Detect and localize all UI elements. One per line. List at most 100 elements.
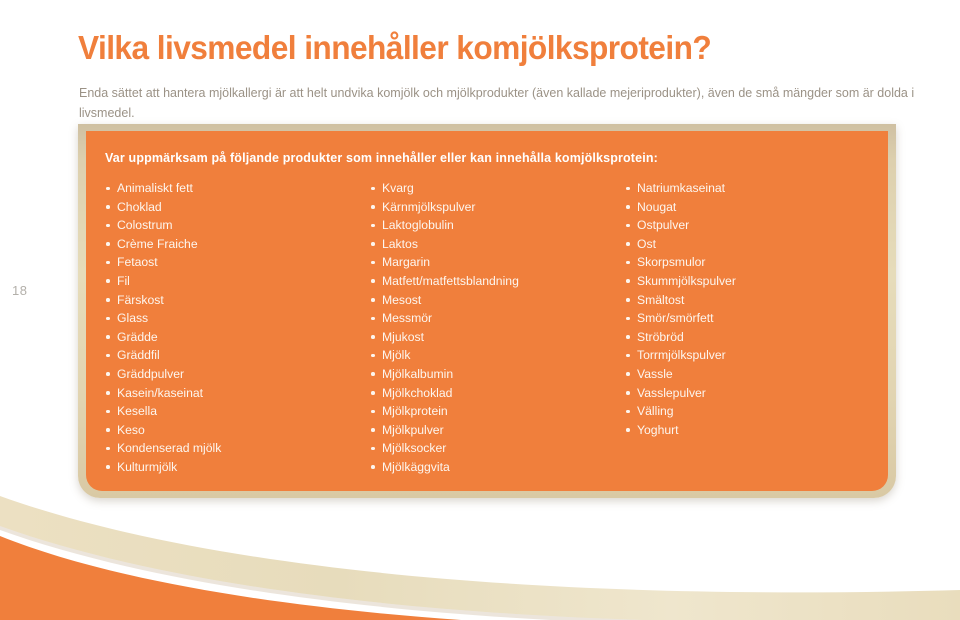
bullet-icon bbox=[106, 335, 110, 339]
bullet-icon bbox=[371, 316, 375, 321]
product-list-item: Keso bbox=[105, 421, 370, 440]
bullet-icon bbox=[106, 465, 110, 469]
bullet-icon bbox=[371, 446, 375, 451]
bullet-icon bbox=[371, 465, 375, 469]
bullet-icon bbox=[626, 242, 630, 246]
product-name: Laktos bbox=[382, 236, 418, 251]
product-name: Matfett/matfettsblandning bbox=[382, 273, 519, 288]
intro-paragraph: Enda sättet att hantera mjölkallergi är … bbox=[79, 85, 915, 120]
product-name: Mesost bbox=[382, 292, 422, 307]
product-panel: Var uppmärksam på följande produkter som… bbox=[78, 124, 896, 498]
product-list-item: Skorpsmulor bbox=[625, 253, 875, 272]
product-name: Kulturmjölk bbox=[117, 459, 178, 474]
bullet-icon bbox=[371, 391, 375, 395]
bullet-icon bbox=[626, 391, 630, 395]
product-list-item: Kvarg bbox=[370, 179, 625, 198]
product-name: Natriumkaseinat bbox=[637, 181, 726, 195]
bullet-icon bbox=[371, 223, 375, 228]
bullet-icon bbox=[106, 223, 110, 228]
product-name: Ost bbox=[637, 236, 656, 251]
product-list-item: Yoghurt bbox=[625, 421, 875, 440]
product-name: Kondenserad mjölk bbox=[117, 441, 222, 456]
product-list-item: Grädde bbox=[105, 328, 370, 347]
page-root: Vilka livsmedel innehåller komjölksprote… bbox=[0, 0, 960, 620]
product-name: Mjölk bbox=[382, 348, 411, 363]
panel-body: Var uppmärksam på följande produkter som… bbox=[86, 131, 888, 491]
product-name: Fetaost bbox=[117, 255, 158, 270]
product-list-item: Crème Fraiche bbox=[105, 235, 370, 254]
bullet-icon bbox=[371, 186, 375, 191]
product-list-item: Gräddfil bbox=[105, 346, 370, 365]
bullet-icon bbox=[106, 242, 110, 246]
product-column-3: Natriumkaseinat Nougat Ostpulver Ost Skorpsm… bbox=[625, 179, 875, 477]
product-list-item: Nougat bbox=[625, 198, 875, 217]
product-list-item: Ost bbox=[625, 235, 875, 254]
product-list-item: Mjölkpulver bbox=[370, 421, 625, 440]
bullet-icon bbox=[626, 186, 630, 191]
product-name: Keso bbox=[117, 422, 145, 437]
product-list-item: Mjölkalbumin bbox=[370, 365, 625, 384]
product-list-item: Messmör bbox=[370, 309, 625, 328]
product-list-item: Smör/smörfett bbox=[625, 309, 875, 328]
page-title: Vilka livsmedel innehåller komjölksprote… bbox=[78, 29, 712, 67]
bullet-icon bbox=[626, 335, 630, 339]
product-name: Kvarg bbox=[382, 181, 414, 195]
product-name: Yoghurt bbox=[637, 422, 679, 437]
product-name: Mjölkäggvita bbox=[382, 459, 450, 474]
product-name: Vassle bbox=[637, 366, 673, 381]
bullet-icon bbox=[371, 298, 375, 302]
product-name: Ostpulver bbox=[637, 218, 690, 233]
product-list-item: Matfett/matfettsblandning bbox=[370, 272, 625, 291]
product-list-item: Mjukost bbox=[370, 328, 625, 347]
product-list-item: Skummjölkspulver bbox=[625, 272, 875, 291]
bullet-icon bbox=[626, 353, 630, 358]
product-name: Gräddfil bbox=[117, 348, 160, 363]
product-list-item: Laktoglobulin bbox=[370, 216, 625, 235]
product-name: Ströbröd bbox=[637, 329, 684, 344]
product-name: Mjukost bbox=[382, 329, 424, 344]
product-list-2: Kvarg Kärnmjölkspulver Laktoglobulin Laktos… bbox=[370, 179, 625, 477]
bullet-icon bbox=[106, 186, 110, 191]
product-name: Grädde bbox=[117, 329, 158, 344]
product-list-item: Kärnmjölkspulver bbox=[370, 198, 625, 217]
bullet-icon bbox=[626, 223, 630, 228]
product-name: Kesella bbox=[117, 404, 157, 419]
product-name: Smör/smörfett bbox=[637, 311, 714, 326]
bullet-icon bbox=[106, 316, 110, 321]
product-list-item: Mjölksocker bbox=[370, 439, 625, 458]
product-name: Mjölkpulver bbox=[382, 422, 444, 437]
product-name: Mjölkalbumin bbox=[382, 366, 454, 381]
product-name: Margarin bbox=[382, 255, 431, 270]
bullet-icon bbox=[626, 279, 630, 284]
bullet-icon bbox=[371, 205, 375, 209]
product-name: Gräddpulver bbox=[117, 366, 185, 381]
bullet-icon bbox=[626, 205, 630, 209]
bullet-icon bbox=[371, 409, 375, 414]
page-number: 18 bbox=[12, 283, 28, 298]
product-list-item: Glass bbox=[105, 309, 370, 328]
product-name: Välling bbox=[637, 404, 674, 419]
bullet-icon bbox=[106, 391, 110, 395]
bullet-icon bbox=[626, 260, 630, 265]
product-list-item: Kesella bbox=[105, 402, 370, 421]
product-name: Färskost bbox=[117, 292, 164, 307]
product-list-item: Mjölkäggvita bbox=[370, 458, 625, 477]
bullet-icon bbox=[106, 372, 110, 377]
bullet-icon bbox=[371, 428, 375, 432]
product-list-item: Vasslepulver bbox=[625, 384, 875, 403]
product-name: Glass bbox=[117, 311, 149, 326]
product-list-item: Vassle bbox=[625, 365, 875, 384]
product-name: Laktoglobulin bbox=[382, 218, 454, 233]
product-name: Fil bbox=[117, 273, 130, 288]
product-name: Colostrum bbox=[117, 218, 173, 233]
bullet-icon bbox=[626, 298, 630, 302]
product-list-item: Ströbröd bbox=[625, 328, 875, 347]
bullet-icon bbox=[106, 279, 110, 284]
decorative-wave bbox=[0, 490, 960, 620]
product-list-item: Torrmjölkspulver bbox=[625, 346, 875, 365]
bullet-icon bbox=[106, 205, 110, 209]
product-name: Choklad bbox=[117, 199, 162, 214]
bullet-icon bbox=[371, 353, 375, 358]
product-list-item: Fetaost bbox=[105, 253, 370, 272]
bullet-icon bbox=[371, 372, 375, 377]
